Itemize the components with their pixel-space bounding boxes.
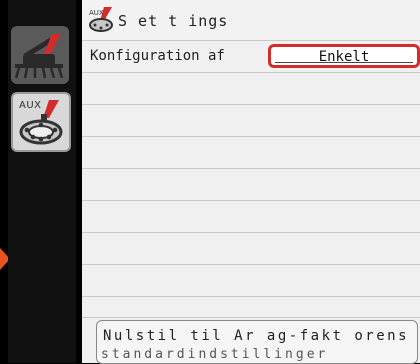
svg-text:AUX: AUX — [89, 9, 104, 17]
settings-panel: AUX S et t ings Konfiguration af Enkelt … — [82, 0, 420, 364]
sprayer-boom-icon — [14, 34, 64, 79]
sprayer-settings-icon: AUX — [89, 7, 113, 32]
sidebar: AUX — [8, 0, 76, 363]
reset-button-label: Nulstil til Ar ag-fakt orens — [103, 328, 410, 344]
setting-label: Konfiguration af — [90, 48, 225, 64]
setting-row-konfiguration[interactable]: Konfiguration af Enkelt — [82, 41, 420, 73]
configuration-value-field[interactable]: Enkelt — [268, 44, 420, 68]
tab-aux[interactable]: AUX — [11, 92, 71, 152]
screen: AUX AUX S et t ings Konfiguration af Enk… — [0, 0, 420, 364]
empty-row — [82, 105, 420, 137]
value-underline — [275, 62, 413, 63]
empty-row — [82, 137, 420, 169]
title-bar: AUX S et t ings — [82, 0, 420, 41]
reset-defaults-button[interactable]: Nulstil til Ar ag-fakt orens standardind… — [96, 320, 418, 364]
empty-row — [82, 233, 420, 265]
empty-row — [82, 73, 420, 105]
empty-row — [82, 265, 420, 297]
tab-sprayer-boom[interactable] — [11, 26, 69, 84]
reset-button-sublabel: standardindstillinger — [101, 347, 329, 362]
empty-row — [82, 297, 420, 318]
empty-row — [82, 201, 420, 233]
page-title: S et t ings — [118, 12, 229, 30]
empty-row — [82, 169, 420, 201]
aux-nozzle-icon — [19, 100, 63, 145]
